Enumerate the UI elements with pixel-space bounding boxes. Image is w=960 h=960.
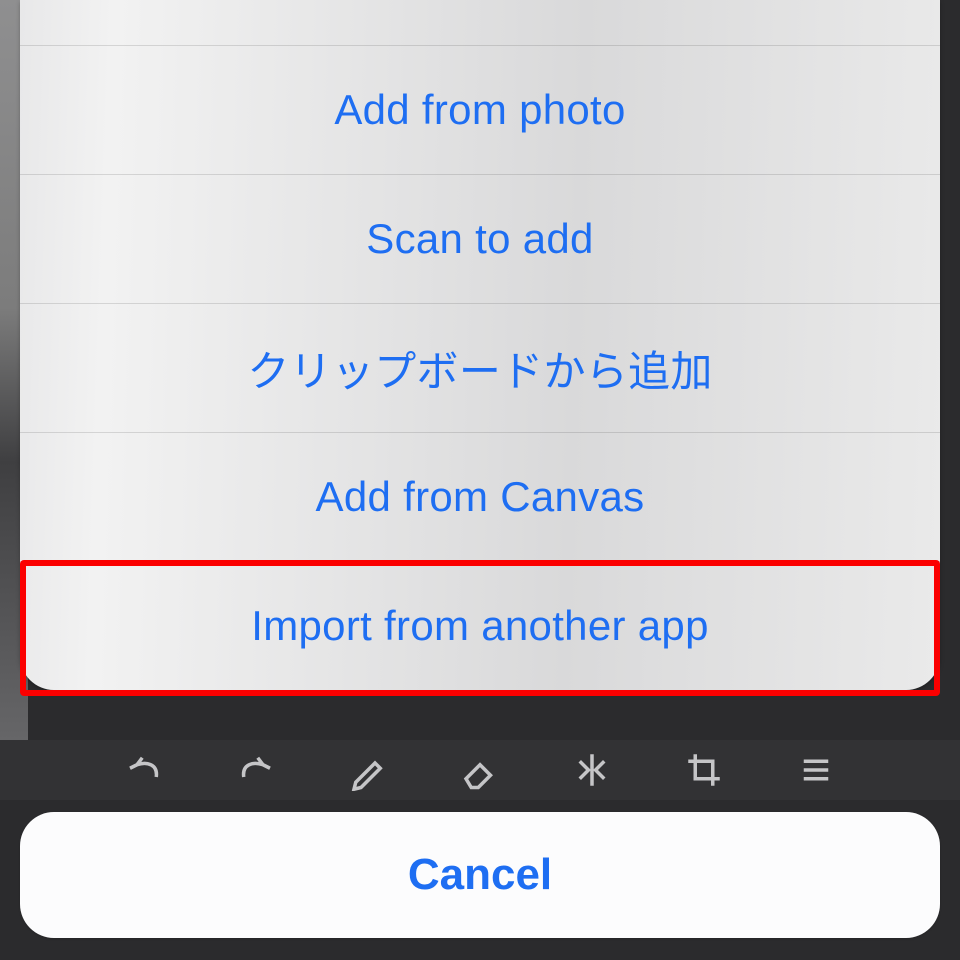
pen-icon xyxy=(347,749,389,791)
cancel-button[interactable]: Cancel xyxy=(20,812,940,938)
option-label: Scan to add xyxy=(366,215,593,263)
option-label: クリップボードから追加 xyxy=(247,338,712,399)
background-toolbar xyxy=(0,740,960,800)
menu-icon xyxy=(795,749,837,791)
option-add-from-clipboard[interactable]: クリップボードから追加 xyxy=(20,303,940,432)
crop-icon xyxy=(683,749,725,791)
cancel-label: Cancel xyxy=(408,850,552,900)
option-import-from-another-app[interactable]: Import from another app xyxy=(20,561,940,690)
option-label: Add from Canvas xyxy=(316,473,645,521)
redo-icon xyxy=(235,749,277,791)
flip-icon xyxy=(571,749,613,791)
option-add-from-photo[interactable]: Add from photo xyxy=(20,45,940,174)
action-sheet: Add from photo Scan to add クリップボードから追加 A… xyxy=(20,0,940,690)
option-label: Import from another app xyxy=(251,602,708,650)
undo-icon xyxy=(123,749,165,791)
eraser-icon xyxy=(459,749,501,791)
screen: Add from photo Scan to add クリップボードから追加 A… xyxy=(0,0,960,960)
option-add-from-canvas[interactable]: Add from Canvas xyxy=(20,432,940,561)
option-label: Add from photo xyxy=(334,86,625,134)
option-truncated[interactable] xyxy=(20,0,940,45)
option-scan-to-add[interactable]: Scan to add xyxy=(20,174,940,303)
